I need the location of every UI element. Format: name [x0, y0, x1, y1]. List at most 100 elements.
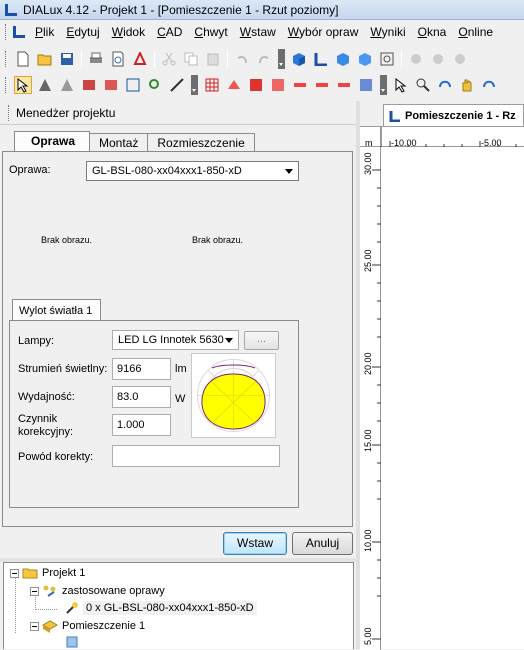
- ruler-ticks: [380, 127, 517, 147]
- view-front-icon[interactable]: [356, 50, 374, 68]
- print-preview-icon[interactable]: [109, 50, 127, 68]
- reason-label: Powód korekty:: [18, 451, 94, 463]
- pointer-icon[interactable]: [392, 76, 410, 94]
- pan-icon[interactable]: [407, 50, 425, 68]
- ruler-y-tick: 30.00: [363, 152, 373, 175]
- horizontal-ruler: m -10.00 -5.00: [360, 127, 524, 148]
- menu-edytuj[interactable]: Edytuj: [60, 25, 105, 39]
- polar-light-distribution-diagram: [191, 353, 276, 438]
- menu-wyniki[interactable]: Wyniki: [364, 25, 411, 39]
- distribute-icon[interactable]: [313, 76, 331, 94]
- dxf-icon[interactable]: [269, 76, 287, 94]
- zoom-icon[interactable]: [414, 76, 432, 94]
- rotate-icon[interactable]: [429, 50, 447, 68]
- tree-node-project[interactable]: Projekt 1: [10, 567, 85, 579]
- window-title: DIALux 4.12 - Projekt 1 - [Pomieszczenie…: [23, 2, 339, 17]
- tab-rozmieszczenie[interactable]: Rozmieszczenie: [147, 133, 255, 151]
- toolbar-grip[interactable]: [5, 51, 9, 67]
- mirror-icon[interactable]: [335, 76, 353, 94]
- zoom-extents-icon[interactable]: [378, 50, 396, 68]
- tree-node-used-luminaires[interactable]: zastosowane oprawy: [30, 584, 165, 598]
- menu-widok[interactable]: Widok: [106, 25, 151, 39]
- select-area-icon[interactable]: [124, 76, 142, 94]
- calc-surface-icon[interactable]: [80, 76, 98, 94]
- collapse-icon[interactable]: [10, 568, 19, 578]
- standard-toolbar: [0, 47, 524, 71]
- toolbar-overflow-icon[interactable]: [191, 75, 198, 95]
- walk-icon[interactable]: [480, 76, 498, 94]
- collapse-icon[interactable]: [30, 621, 39, 631]
- tree-guide: [35, 609, 57, 610]
- power-input[interactable]: 83.0: [112, 386, 171, 408]
- tools-toolbar: [0, 73, 524, 97]
- copy-icon[interactable]: [182, 50, 200, 68]
- undo-icon[interactable]: [233, 50, 251, 68]
- cut-icon[interactable]: [160, 50, 178, 68]
- paste-icon[interactable]: [204, 50, 222, 68]
- menubar-grip[interactable]: [5, 24, 9, 40]
- toolbar-grip[interactable]: [5, 77, 9, 93]
- menu-online[interactable]: Online: [452, 25, 499, 39]
- open-folder-icon[interactable]: [36, 50, 54, 68]
- collapse-icon[interactable]: [30, 586, 39, 596]
- floorplan-view[interactable]: m -10.00 -5.00 30.00 25.00 20.00 15.00 1…: [360, 126, 524, 650]
- tab-oprawa[interactable]: Oprawa: [14, 131, 91, 151]
- menu-plik[interactable]: Plik: [29, 25, 60, 39]
- oprawa-select-value: GL-BSL-080-xx04xxx1-850-xD: [92, 165, 242, 177]
- toolbar-overflow-icon[interactable]: [278, 49, 285, 69]
- toolbar-separator: [81, 50, 82, 68]
- tab-montaz[interactable]: Montaż: [89, 133, 149, 151]
- cancel-button[interactable]: Anuluj: [292, 532, 353, 555]
- refresh-icon[interactable]: [451, 50, 469, 68]
- menu-wybor-opraw[interactable]: Wybór opraw: [282, 25, 365, 39]
- align-icon[interactable]: [291, 76, 309, 94]
- tab-wylot-swiatla-1[interactable]: Wylot światła 1: [12, 299, 101, 321]
- document-tab-title: Pomieszczenie 1 - Rz: [405, 109, 516, 122]
- view-3d-icon[interactable]: [290, 50, 308, 68]
- new-file-icon[interactable]: [14, 50, 32, 68]
- flux-input[interactable]: 9166: [112, 358, 171, 380]
- pdf-icon[interactable]: [131, 50, 149, 68]
- menu-cad[interactable]: CAD: [151, 25, 188, 39]
- grid-icon[interactable]: [203, 76, 221, 94]
- menu-chwyt[interactable]: Chwyt: [188, 25, 233, 39]
- insert-button[interactable]: Wstaw: [223, 532, 287, 555]
- panel-grip[interactable]: [8, 104, 12, 121]
- tree-node-child[interactable]: [66, 636, 78, 648]
- copy-along-line-icon[interactable]: [357, 76, 375, 94]
- ruler-y-tick: 25.00: [363, 249, 373, 272]
- view-floorplan-icon[interactable]: [312, 50, 330, 68]
- tree-label-used-luminaires: zastosowane oprawy: [62, 585, 165, 597]
- hand-icon[interactable]: [458, 76, 476, 94]
- ruler-y-tick: 15.00: [363, 429, 373, 452]
- toolbar-separator: [401, 50, 402, 68]
- menu-okna[interactable]: Okna: [412, 25, 453, 39]
- correction-label-line2: korekcyjny:: [18, 426, 74, 438]
- redo-icon[interactable]: [255, 50, 273, 68]
- lamp-browse-button[interactable]: ...: [244, 331, 279, 350]
- zoom-select-icon[interactable]: [146, 76, 164, 94]
- tree-node-room[interactable]: Pomieszczenie 1: [30, 619, 145, 633]
- oprawa-select[interactable]: GL-BSL-080-xx04xxx1-850-xD: [86, 161, 299, 181]
- tree-node-luminaire[interactable]: 0 x GL-BSL-080-xx04xxx1-850-xD: [64, 601, 257, 615]
- save-icon[interactable]: [58, 50, 76, 68]
- orbit-icon[interactable]: [436, 76, 454, 94]
- menu-wstaw[interactable]: Wstaw: [234, 25, 282, 39]
- select-mode-icon[interactable]: [14, 76, 32, 94]
- toolbar-overflow-icon[interactable]: [380, 75, 387, 95]
- folder-icon: [22, 568, 38, 579]
- calc-point-icon[interactable]: [102, 76, 120, 94]
- edit-polygon-icon[interactable]: [225, 76, 243, 94]
- import-icon[interactable]: [247, 76, 265, 94]
- lamps-select[interactable]: LED LG Innotek 5630: [112, 330, 239, 350]
- document-tab-floorplan[interactable]: Pomieszczenie 1 - Rz: [383, 104, 524, 126]
- measure-icon[interactable]: [168, 76, 186, 94]
- luminaire-select-icon[interactable]: [36, 76, 54, 94]
- project-manager-title: Menedżer projektu: [16, 105, 116, 120]
- view-side-icon[interactable]: [334, 50, 352, 68]
- room-icon: [42, 620, 58, 633]
- reason-input[interactable]: [112, 445, 280, 467]
- correction-factor-input[interactable]: 1.000: [112, 414, 171, 436]
- print-icon[interactable]: [87, 50, 105, 68]
- luminaire-group-icon[interactable]: [58, 76, 76, 94]
